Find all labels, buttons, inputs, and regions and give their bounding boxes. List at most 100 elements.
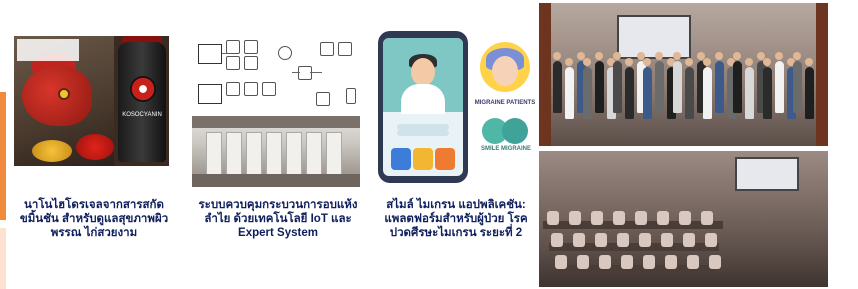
sensor-icon	[244, 56, 258, 70]
drying-unit	[266, 132, 282, 176]
chair	[599, 255, 611, 269]
chair	[573, 233, 585, 247]
sensor-icon	[226, 56, 240, 70]
attendee-head	[565, 58, 573, 66]
connector-line	[310, 72, 322, 73]
attendee-head	[643, 58, 651, 66]
chair	[709, 255, 721, 269]
attendee-head	[613, 52, 621, 60]
chair	[635, 211, 647, 225]
product-tube	[118, 42, 166, 162]
doctor-avatar	[411, 58, 435, 86]
chair	[657, 211, 669, 225]
chair	[613, 211, 625, 225]
drying-unit	[246, 132, 262, 176]
chair	[661, 233, 673, 247]
smile-migraine-logo	[482, 118, 528, 146]
app-menu-button	[435, 148, 455, 170]
chair	[595, 233, 607, 247]
drying-unit	[326, 132, 342, 176]
hen-head	[22, 66, 92, 126]
sensor-icon	[226, 82, 240, 96]
seminar-room-photo	[539, 151, 828, 287]
orange-accent-bar	[0, 92, 6, 220]
teal-circle-icon	[502, 118, 528, 144]
attendee	[733, 61, 742, 113]
attendee	[703, 67, 712, 119]
drying-unit	[306, 132, 322, 176]
smile-migraine-label: SMILE MIGRAINE	[480, 146, 531, 152]
doctor-coat	[401, 84, 445, 114]
product-image: KOSOCYANIN	[14, 36, 169, 166]
chair	[569, 211, 581, 225]
attendee	[565, 67, 574, 119]
attendee-head	[673, 52, 681, 60]
chair	[683, 233, 695, 247]
attendee-head	[685, 58, 693, 66]
chair	[639, 233, 651, 247]
app-menu-button	[391, 148, 411, 170]
database-icon	[320, 42, 334, 56]
chair	[547, 211, 559, 225]
caption-smile-migraine: สไมล์ ไมเกรน แอปพลิเคชัน: แพลตฟอร์มสำหรั…	[384, 199, 528, 239]
caption-nanohydrogel: นาโนไฮโดรเจลจากสารสกัดขมิ้นชัน สำหรับดูแ…	[19, 199, 169, 239]
sensor-icon	[262, 82, 276, 96]
chair	[705, 233, 717, 247]
app-phone-mockup	[378, 31, 468, 183]
monitor-icon	[338, 42, 352, 56]
attendee-head	[805, 58, 813, 66]
attendee	[655, 61, 664, 113]
attendee-head	[655, 52, 663, 60]
light-accent-bar	[0, 228, 6, 289]
chair	[701, 211, 713, 225]
attendee-head	[733, 52, 741, 60]
attendee	[613, 61, 622, 113]
attendee	[745, 67, 754, 119]
attendee	[763, 67, 772, 119]
chair	[555, 255, 567, 269]
controller-icon	[278, 46, 292, 60]
computer-icon	[316, 92, 330, 106]
attendee-head	[553, 52, 561, 60]
chair	[591, 211, 603, 225]
attendee	[583, 67, 592, 119]
attendee-head	[763, 58, 771, 66]
drying-unit	[286, 132, 302, 176]
chair	[679, 211, 691, 225]
attendee	[805, 67, 814, 119]
smartphone-icon	[346, 88, 356, 104]
tube-brand: KOSOCYANIN	[122, 112, 162, 118]
attendee	[643, 67, 652, 119]
attendee	[553, 61, 562, 113]
caption-longan-dryer: ระบบควบคุมกระบวนการอบแห้ง ลำไย ด้วยเทคโน…	[198, 199, 358, 239]
drying-unit	[206, 132, 222, 176]
sensor-icon	[226, 40, 240, 54]
attendee	[595, 61, 604, 113]
facility-roof	[192, 116, 360, 128]
attendee-head	[595, 52, 603, 60]
chair	[643, 255, 655, 269]
gateway-icon	[298, 66, 312, 80]
attendee	[673, 61, 682, 113]
connector-line	[222, 53, 228, 54]
wall-pillar	[816, 3, 828, 146]
attendee-head	[583, 58, 591, 66]
drying-facility-photo	[192, 116, 360, 187]
drying-unit	[226, 132, 242, 176]
iot-system-diagram	[192, 36, 360, 112]
migraine-patients-logo	[480, 42, 530, 92]
attendee	[625, 67, 634, 119]
screen-subtitle-bar	[397, 130, 449, 136]
attendee-head	[775, 52, 783, 60]
wall-pillar	[539, 3, 551, 146]
turmeric-bowl	[32, 140, 72, 162]
hen-eye	[58, 88, 70, 100]
app-menu-button	[413, 148, 433, 170]
sensor-icon	[244, 40, 258, 54]
chair	[577, 255, 589, 269]
rooster-logo-icon	[130, 76, 156, 102]
dryer-box-icon	[198, 44, 222, 64]
attendee-head	[793, 52, 801, 60]
attendee-head	[715, 52, 723, 60]
attendee	[685, 67, 694, 119]
